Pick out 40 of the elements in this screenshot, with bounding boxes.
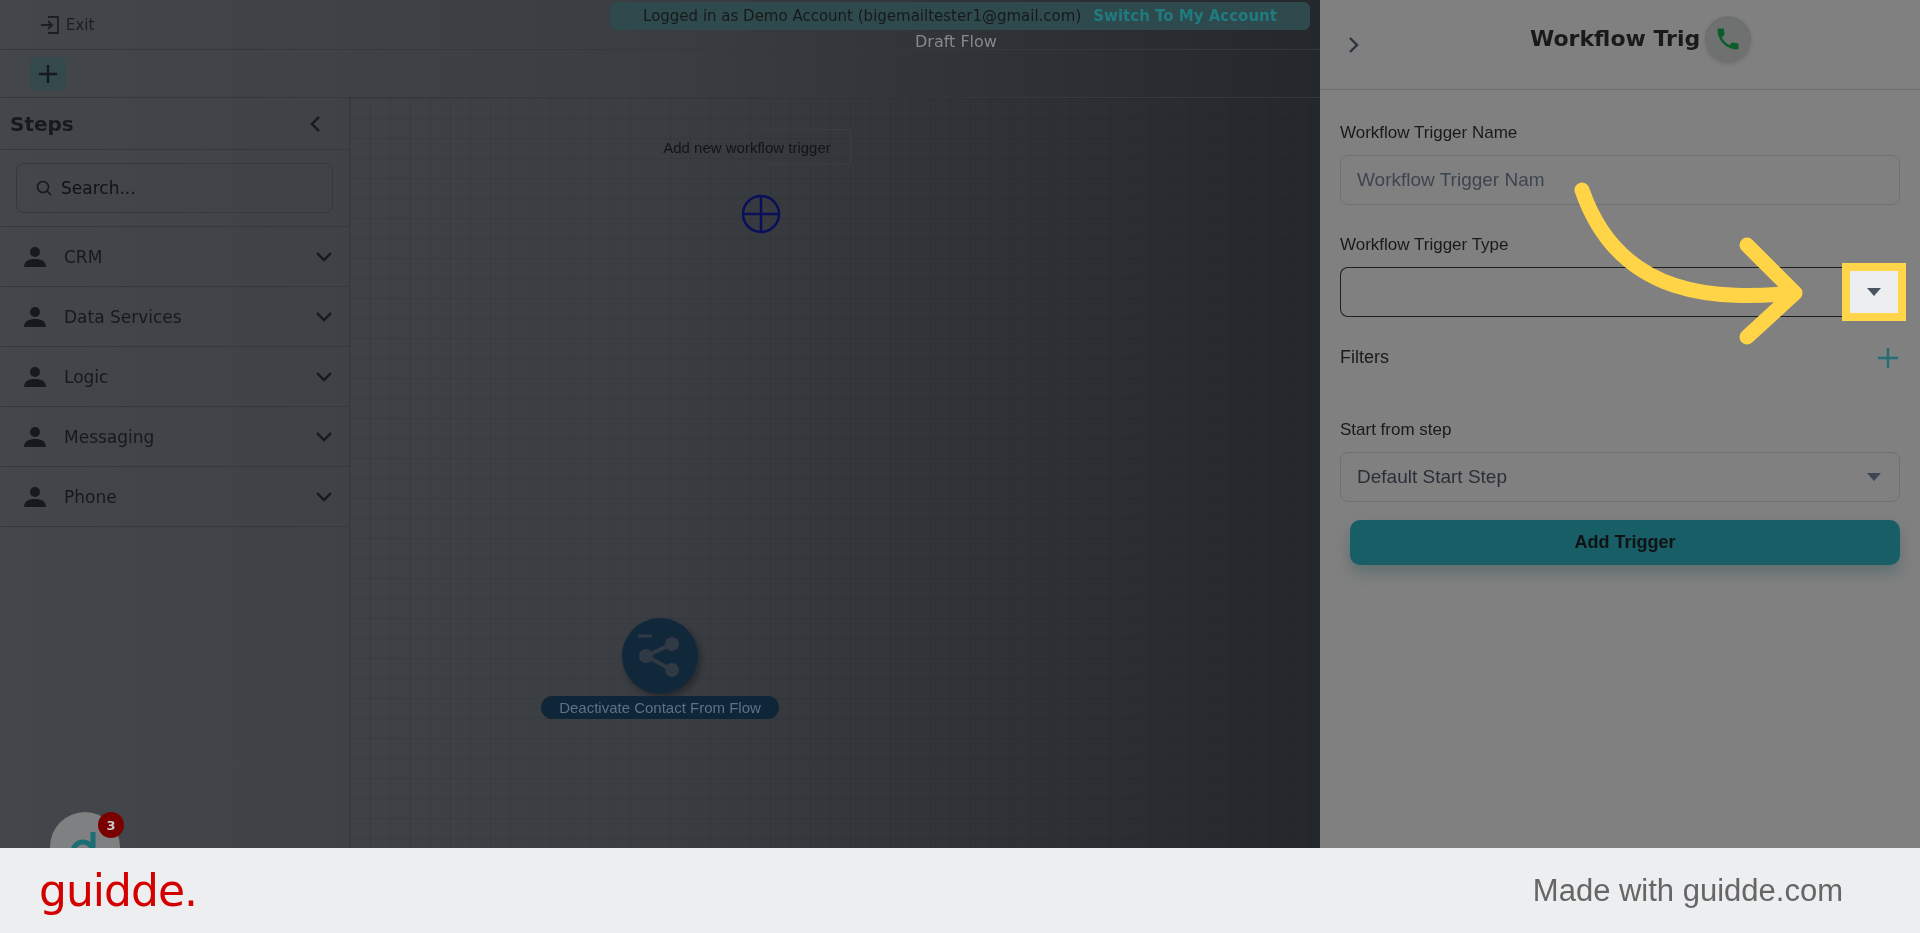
chevron-down-icon [315,491,333,502]
credit-text: Made with guidde.com [1532,872,1843,909]
add-button[interactable] [30,56,66,91]
chevron-down-icon [315,311,333,322]
exit-icon [40,14,60,35]
caret-icon [1867,473,1881,481]
select-field[interactable] [1340,267,1842,317]
caret-icon [1867,288,1881,296]
notification-badge: 3 [98,812,124,838]
collapse-button[interactable] [310,114,321,133]
guidde-logo: guidde. [39,865,197,916]
chevron-down-icon [315,251,333,262]
flow-title: Draft Flow [915,32,997,51]
phone-button[interactable] [1705,16,1751,62]
person-icon [24,306,46,327]
add-trigger-button[interactable]: Add Trigger [1350,520,1900,565]
flow-node[interactable] [622,618,698,694]
chevron-down-icon [315,431,333,442]
select-field[interactable]: Default Start Step [1340,452,1900,502]
person-icon [24,366,46,387]
field-label: Start from step [1340,420,1453,440]
chevron-left-icon [310,114,321,133]
expand-button[interactable] [1348,35,1359,54]
person-icon [24,486,46,507]
field-label: Workflow Trigger Name [1340,123,1519,143]
trigger-name-field[interactable]: Workflow Trigger Nam [1340,155,1900,205]
crosshair-icon [741,194,781,234]
filters-label: Filters [1340,347,1389,368]
person-icon [24,426,46,447]
chevron-down-icon [315,371,333,382]
plus-icon [38,63,58,84]
node-label: Deactivate Contact From Flow [541,696,779,719]
plus-icon [1878,347,1898,368]
chevron-right-icon [1348,35,1359,54]
search-icon [36,180,52,196]
panel-title: Workflow Trig [1530,26,1701,51]
add-filter-button[interactable] [1878,347,1898,368]
person-icon [24,246,46,267]
select-value: Default Start Step [1357,466,1507,488]
field-label: Workflow Trigger Type [1340,235,1510,255]
